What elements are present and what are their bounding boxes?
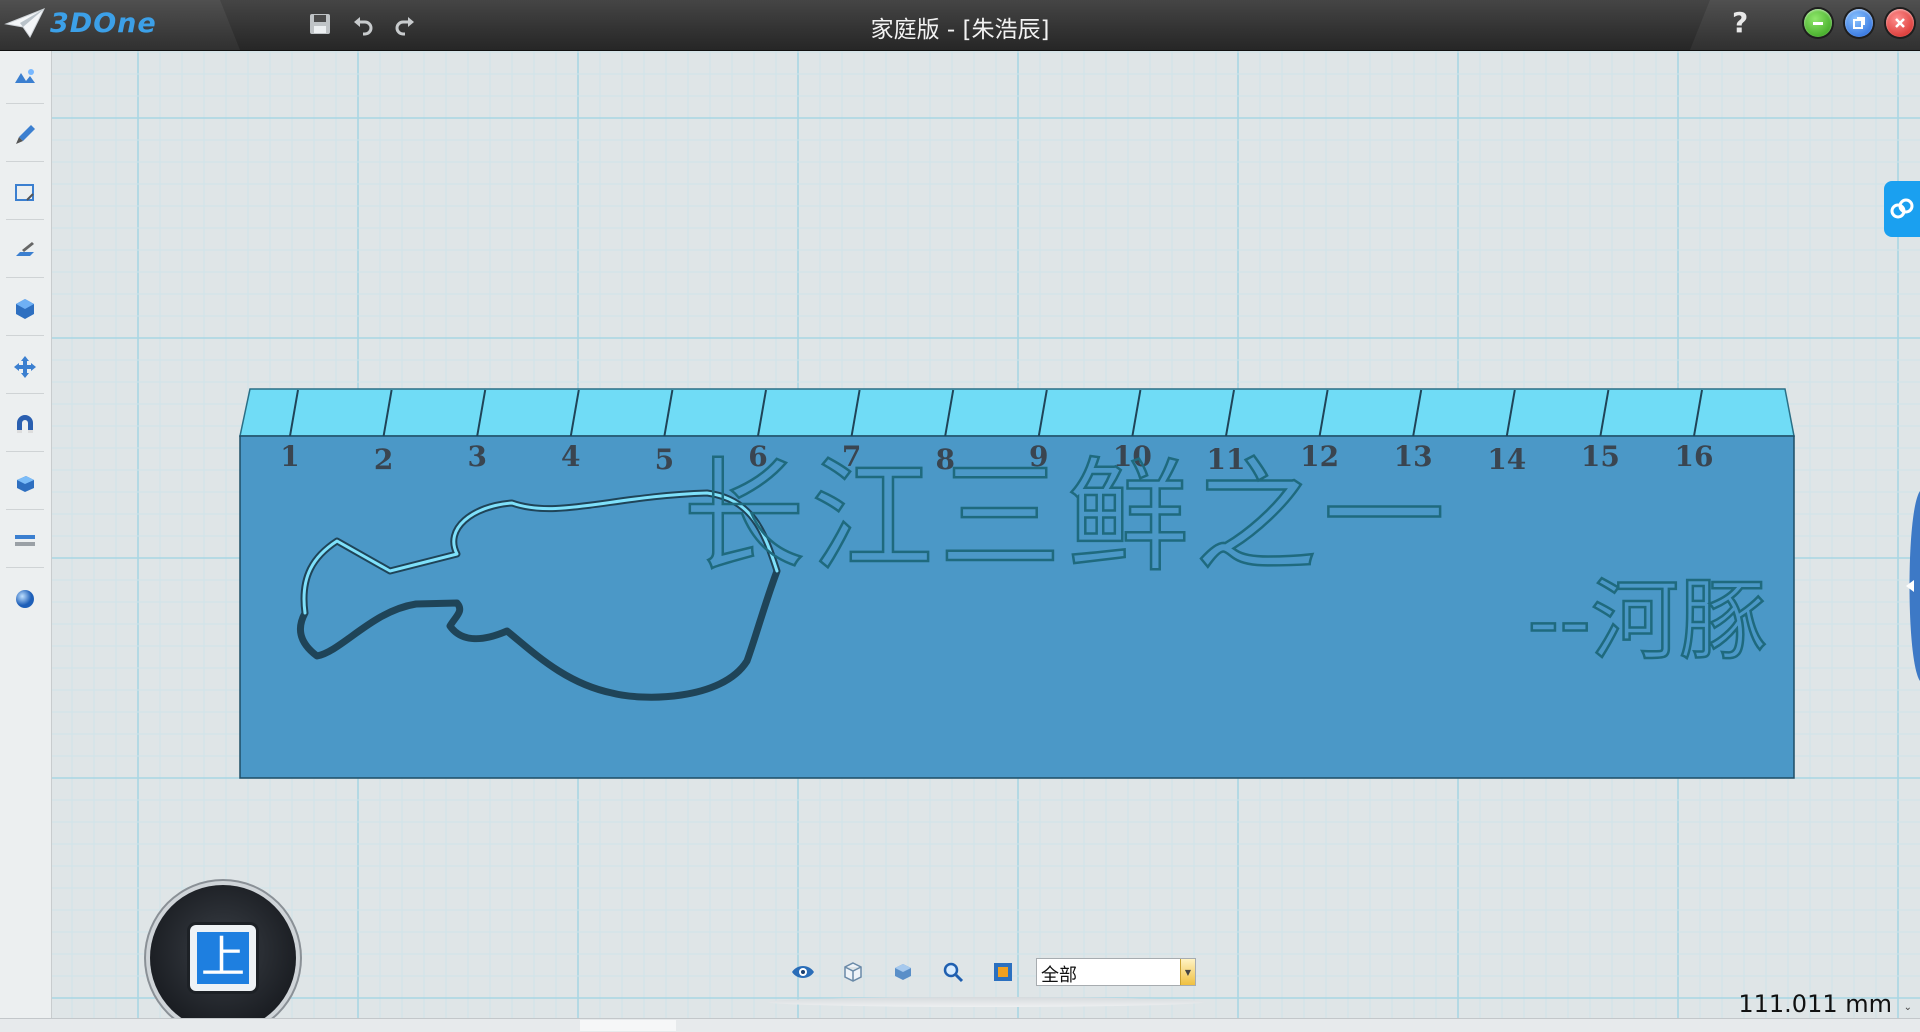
sub-text: --河豚 bbox=[1527, 569, 1767, 672]
zoom-search-icon bbox=[943, 962, 964, 983]
filter-select[interactable]: 全部 ▼ bbox=[1036, 958, 1196, 986]
ruler-number: 1 bbox=[280, 440, 299, 473]
sketch-edit-icon bbox=[15, 184, 34, 201]
sketch-brush-button[interactable] bbox=[6, 109, 44, 162]
ruler-top-face bbox=[239, 388, 1795, 437]
close-button[interactable] bbox=[1886, 9, 1914, 37]
link-tab[interactable] bbox=[1884, 181, 1920, 237]
combine-button[interactable] bbox=[6, 457, 44, 510]
ruler-number: 3 bbox=[467, 440, 486, 473]
undo-button[interactable] bbox=[346, 7, 380, 41]
basic-shapes-button[interactable] bbox=[6, 51, 44, 104]
ruler-number: 5 bbox=[655, 443, 674, 476]
view-fit-button[interactable] bbox=[978, 953, 1028, 991]
status-tab[interactable] bbox=[580, 1020, 676, 1031]
filter-select-value: 全部 bbox=[1041, 965, 1077, 986]
ruler-number: 2 bbox=[374, 443, 393, 476]
basic-shapes-icon bbox=[15, 69, 35, 83]
ruler-number: 4 bbox=[561, 440, 580, 473]
restore-button[interactable] bbox=[1845, 9, 1873, 37]
ruler-number: 15 bbox=[1581, 440, 1620, 473]
distance-measure-icon bbox=[15, 535, 35, 546]
feature-edit-button[interactable] bbox=[6, 225, 44, 278]
visibility-eye-icon bbox=[792, 966, 814, 978]
save-button[interactable] bbox=[303, 7, 337, 41]
3d-viewport[interactable]: 1 2 3 4 5 6 7 8 9 10 11 12 13 14 15 16 长江三鲜之一 --河豚 上 bbox=[52, 51, 1920, 1031]
redo-button[interactable] bbox=[388, 7, 422, 41]
ruler-number: 16 bbox=[1675, 440, 1714, 473]
distance-measure-button[interactable] bbox=[6, 515, 44, 568]
help-button[interactable]: ? bbox=[1732, 6, 1748, 39]
paper-plane-icon bbox=[4, 8, 46, 38]
close-icon bbox=[1895, 18, 1905, 28]
left-toolbar bbox=[0, 51, 52, 1031]
side-panel-handle[interactable] bbox=[1898, 491, 1920, 681]
window-title: 家庭版 - [朱浩辰] bbox=[870, 17, 1050, 43]
logo-area: 3DOne bbox=[0, 0, 240, 50]
move-button[interactable] bbox=[6, 341, 44, 394]
shaded-cube-icon bbox=[895, 964, 911, 980]
magnet-adsorb-icon bbox=[17, 415, 33, 433]
main-text: 长江三鲜之一 bbox=[683, 446, 1451, 588]
material-render-button[interactable] bbox=[6, 573, 44, 625]
special-feature-icon bbox=[16, 299, 34, 319]
zoom-button[interactable] bbox=[928, 953, 978, 991]
view-cube-top-label: 上 bbox=[197, 932, 249, 984]
bottom-toolbar-shadow bbox=[768, 997, 1204, 1007]
combine-icon bbox=[17, 476, 34, 492]
view-fit-icon bbox=[994, 963, 1012, 981]
ruler-number: 14 bbox=[1487, 443, 1526, 476]
chevron-down-icon[interactable]: ▼ bbox=[1180, 959, 1195, 985]
wireframe-view-button[interactable] bbox=[828, 953, 878, 991]
scale-unit-dropdown-icon[interactable]: ⌄ bbox=[1904, 1002, 1912, 1013]
redo-icon bbox=[395, 17, 414, 36]
move-icon bbox=[14, 356, 36, 378]
bottom-toolbar: 全部 ▼ bbox=[778, 952, 1196, 992]
window-controls-area: ? bbox=[1690, 0, 1920, 50]
sketch-edit-button[interactable] bbox=[6, 167, 44, 220]
view-cube-face[interactable]: 上 bbox=[190, 925, 256, 991]
sketch-brush-icon bbox=[16, 125, 35, 144]
special-feature-button[interactable] bbox=[6, 283, 44, 336]
status-bar bbox=[0, 1018, 1920, 1032]
chain-link-icon bbox=[1890, 198, 1914, 219]
restore-icon bbox=[1853, 17, 1865, 29]
wireframe-cube-icon bbox=[844, 962, 862, 982]
collapse-arrow-icon bbox=[1906, 491, 1920, 681]
undo-icon bbox=[354, 17, 373, 36]
shaded-view-button[interactable] bbox=[878, 953, 928, 991]
minimize-button[interactable] bbox=[1804, 9, 1832, 37]
title-bar: 3DOne 家庭版 - [朱浩辰] ? bbox=[0, 0, 1920, 51]
ruler-model[interactable]: 1 2 3 4 5 6 7 8 9 10 11 12 13 14 15 16 长江三鲜之一 --河豚 bbox=[52, 51, 1920, 1018]
material-render-icon bbox=[16, 590, 34, 608]
magnet-adsorb-button[interactable] bbox=[6, 399, 44, 452]
save-icon bbox=[310, 14, 330, 34]
feature-edit-icon bbox=[16, 242, 34, 256]
view-cube[interactable]: 上 bbox=[150, 885, 296, 1031]
scale-readout: 111.011 mm bbox=[1738, 990, 1892, 1018]
logo-text: 3DOne bbox=[50, 7, 157, 39]
minimize-icon bbox=[1813, 22, 1823, 25]
app-logo[interactable]: 3DOne bbox=[4, 6, 157, 40]
visibility-button[interactable] bbox=[778, 953, 828, 991]
